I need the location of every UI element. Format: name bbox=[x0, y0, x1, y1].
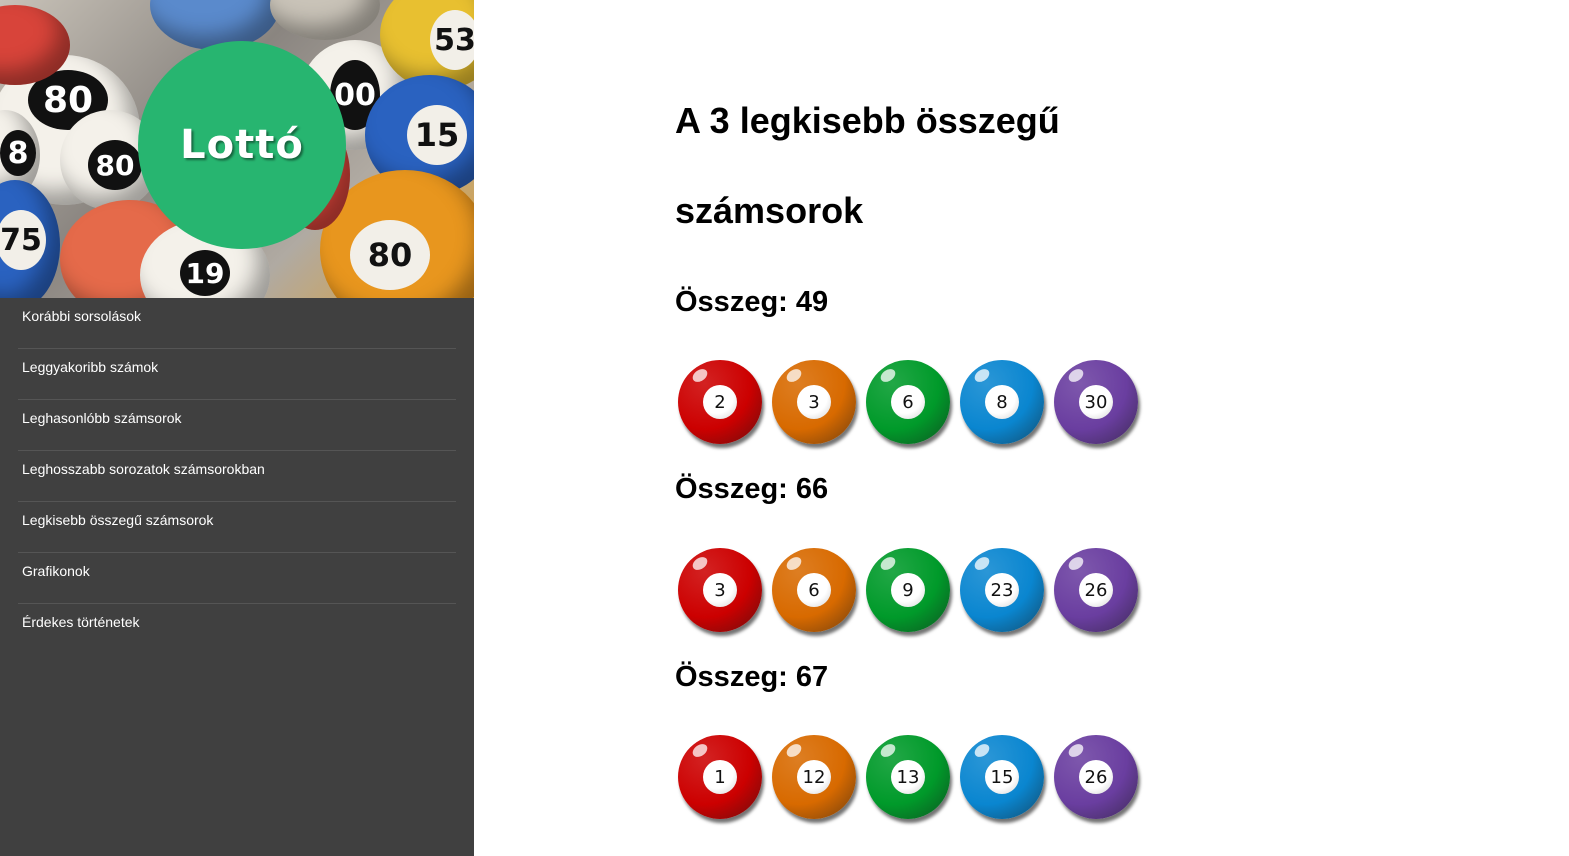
sum-heading: Összeg: 66 bbox=[675, 473, 829, 505]
ball-shine bbox=[878, 741, 898, 760]
ball-number-disc: 30 bbox=[1079, 385, 1113, 419]
lottery-ball: 9 bbox=[866, 548, 950, 632]
ball-number-disc: 12 bbox=[797, 760, 831, 794]
lottery-ball: 12 bbox=[772, 735, 856, 819]
ball-number: 6 bbox=[808, 579, 820, 601]
ball-number-disc: 23 bbox=[985, 573, 1019, 607]
lottery-ball: 26 bbox=[1054, 735, 1138, 819]
banner-ball-number: 8 bbox=[0, 130, 36, 176]
ball-number: 1 bbox=[714, 766, 726, 788]
ball-number: 3 bbox=[714, 579, 726, 601]
nav-item-leghasonlobb-szamsorok: Leghasonlóbb számsorok bbox=[18, 400, 456, 451]
ball-number-disc: 26 bbox=[1079, 573, 1113, 607]
nav-link[interactable]: Grafikonok bbox=[18, 553, 456, 579]
sum-heading: Összeg: 67 bbox=[675, 661, 829, 693]
ball-number-disc: 26 bbox=[1079, 760, 1113, 794]
nav-link[interactable]: Korábbi sorsolások bbox=[18, 298, 456, 324]
nav-item-leghosszabb-sorozatok: Leghosszabb sorozatok számsorokban bbox=[18, 451, 456, 502]
nav-item-legkisebb-osszegu: Legkisebb összegű számsorok bbox=[18, 502, 456, 553]
ball-number-disc: 13 bbox=[891, 760, 925, 794]
ball-row: 3 6 9 23 26 bbox=[678, 548, 1148, 634]
banner-ball-number: 53 bbox=[430, 10, 474, 70]
lottery-ball: 6 bbox=[866, 360, 950, 444]
ball-number: 9 bbox=[902, 579, 914, 601]
nav-item-leggyakoribb-szamok: Leggyakoribb számok bbox=[18, 349, 456, 400]
ball-number-disc: 3 bbox=[703, 573, 737, 607]
lottery-ball: 15 bbox=[960, 735, 1044, 819]
ball-number: 8 bbox=[996, 391, 1008, 413]
lottery-ball: 26 bbox=[1054, 548, 1138, 632]
sidebar: 80 8 80 75 19 00 53 15 80 Lottó Korábbi … bbox=[0, 0, 474, 856]
banner-ball-number: 75 bbox=[0, 210, 46, 270]
lottery-ball: 6 bbox=[772, 548, 856, 632]
lottery-ball: 2 bbox=[678, 360, 762, 444]
ball-number-disc: 6 bbox=[891, 385, 925, 419]
nav-link[interactable]: Legkisebb összegű számsorok bbox=[18, 502, 456, 528]
ball-shine bbox=[878, 366, 898, 385]
nav-item-erdekes-tortenetek: Érdekes történetek bbox=[18, 604, 456, 655]
ball-shine bbox=[784, 554, 804, 573]
banner-ball-number: 15 bbox=[407, 105, 467, 165]
page-title-line1: A 3 legkisebb összegű bbox=[675, 100, 1060, 141]
ball-shine bbox=[1066, 366, 1086, 385]
logo[interactable]: Lottó bbox=[138, 41, 346, 249]
page-title: A 3 legkisebb összegű számsorok bbox=[675, 76, 1155, 256]
ball-number: 26 bbox=[1084, 579, 1108, 601]
lottery-ball: 3 bbox=[772, 360, 856, 444]
lottery-ball: 13 bbox=[866, 735, 950, 819]
ball-shine bbox=[878, 554, 898, 573]
banner-ball-number: 80 bbox=[88, 140, 142, 190]
page-title-line2: számsorok bbox=[675, 190, 864, 231]
ball-number-disc: 8 bbox=[985, 385, 1019, 419]
banner-ball bbox=[270, 0, 380, 40]
lottery-ball: 8 bbox=[960, 360, 1044, 444]
ball-number: 3 bbox=[808, 391, 820, 413]
nav-link[interactable]: Leghosszabb sorozatok számsorokban bbox=[18, 451, 456, 477]
ball-number: 2 bbox=[714, 391, 726, 413]
ball-shine bbox=[690, 554, 710, 573]
banner-ball-number: 19 bbox=[180, 250, 230, 296]
ball-shine bbox=[784, 366, 804, 385]
nav-link[interactable]: Leggyakoribb számok bbox=[18, 349, 456, 375]
ball-shine bbox=[690, 741, 710, 760]
ball-number-disc: 9 bbox=[891, 573, 925, 607]
banner-ball-number: 80 bbox=[350, 220, 430, 290]
ball-shine bbox=[972, 741, 992, 760]
ball-number: 6 bbox=[902, 391, 914, 413]
header-banner: 80 8 80 75 19 00 53 15 80 Lottó bbox=[0, 0, 474, 298]
ball-number-disc: 2 bbox=[703, 385, 737, 419]
main-nav: Korábbi sorsolások Leggyakoribb számok L… bbox=[18, 298, 456, 655]
ball-shine bbox=[1066, 741, 1086, 760]
ball-shine bbox=[1066, 554, 1086, 573]
ball-number-disc: 6 bbox=[797, 573, 831, 607]
ball-shine bbox=[972, 554, 992, 573]
nav-item-grafikonok: Grafikonok bbox=[18, 553, 456, 604]
ball-shine bbox=[784, 741, 804, 760]
lottery-ball: 1 bbox=[678, 735, 762, 819]
ball-number: 13 bbox=[896, 766, 920, 788]
sum-heading: Összeg: 49 bbox=[675, 286, 829, 318]
ball-number-disc: 15 bbox=[985, 760, 1019, 794]
ball-number-disc: 1 bbox=[703, 760, 737, 794]
ball-number: 12 bbox=[802, 766, 826, 788]
nav-link[interactable]: Leghasonlóbb számsorok bbox=[18, 400, 456, 426]
lottery-ball: 30 bbox=[1054, 360, 1138, 444]
ball-number: 23 bbox=[990, 579, 1014, 601]
ball-number: 30 bbox=[1084, 391, 1108, 413]
ball-shine bbox=[972, 366, 992, 385]
ball-shine bbox=[690, 366, 710, 385]
lottery-ball: 23 bbox=[960, 548, 1044, 632]
ball-number-disc: 3 bbox=[797, 385, 831, 419]
nav-link[interactable]: Érdekes történetek bbox=[18, 604, 456, 630]
ball-row: 2 3 6 8 30 bbox=[678, 360, 1148, 446]
nav-item-korabbi-sorsolasok: Korábbi sorsolások bbox=[18, 298, 456, 349]
lottery-ball: 3 bbox=[678, 548, 762, 632]
ball-number: 15 bbox=[990, 766, 1014, 788]
ball-row: 1 12 13 15 26 bbox=[678, 735, 1148, 821]
logo-text: Lottó bbox=[180, 122, 304, 168]
ball-number: 26 bbox=[1084, 766, 1108, 788]
